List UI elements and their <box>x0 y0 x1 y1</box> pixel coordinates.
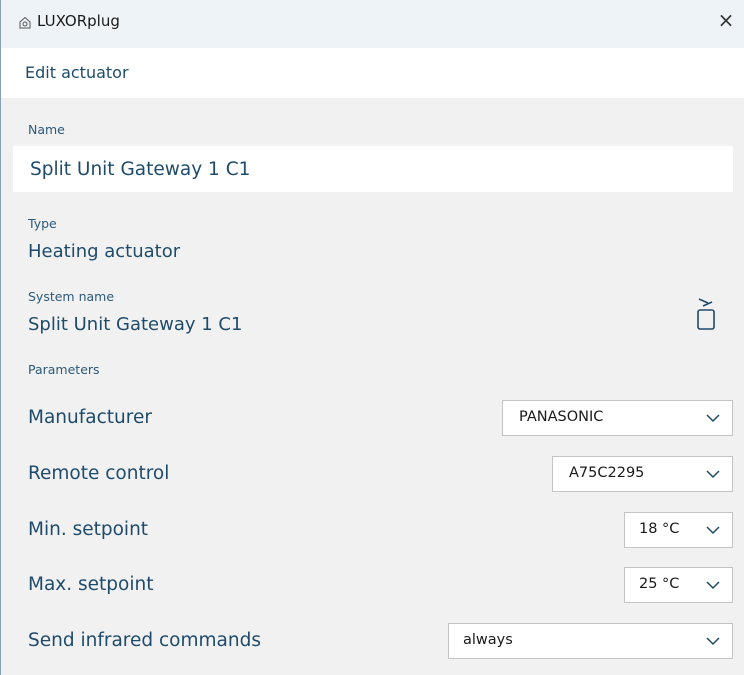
send-ir-commands-select[interactable]: always <box>448 623 733 659</box>
chevron-down-icon <box>706 581 720 590</box>
type-value: Heating actuator <box>28 241 181 262</box>
max-setpoint-label: Max. setpoint <box>28 574 154 595</box>
name-label: Name <box>28 122 65 137</box>
min-setpoint-label: Min. setpoint <box>28 519 149 540</box>
app-logo-icon <box>19 16 31 29</box>
copy-to-name-icon[interactable] <box>694 294 718 332</box>
remote-control-select[interactable]: A75C2295 <box>552 456 733 492</box>
remote-control-label: Remote control <box>28 463 170 484</box>
parameters-label: Parameters <box>28 362 100 377</box>
window-title: LUXORplug <box>37 12 120 30</box>
manufacturer-value: PANASONIC <box>519 409 604 425</box>
edit-actuator-window: LUXORplug × Edit actuator Name Type Heat… <box>0 0 744 675</box>
close-button[interactable]: × <box>714 9 738 33</box>
chevron-down-icon <box>706 414 720 423</box>
manufacturer-label: Manufacturer <box>28 407 152 428</box>
name-input[interactable] <box>13 146 733 192</box>
send-ir-commands-label: Send infrared commands <box>28 630 261 651</box>
remote-control-value: A75C2295 <box>569 465 645 481</box>
manufacturer-select[interactable]: PANASONIC <box>502 400 733 436</box>
send-ir-commands-value: always <box>463 632 513 648</box>
min-setpoint-value: 18 °C <box>639 521 680 537</box>
system-name-label: System name <box>28 289 115 304</box>
dialog-header: Edit actuator <box>1 48 744 98</box>
chevron-down-icon <box>706 470 720 479</box>
chevron-down-icon <box>706 637 720 646</box>
max-setpoint-select[interactable]: 25 °C <box>624 567 733 603</box>
title-bar: LUXORplug × <box>1 0 744 48</box>
min-setpoint-select[interactable]: 18 °C <box>624 512 733 548</box>
system-name-value: Split Unit Gateway 1 C1 <box>28 314 243 335</box>
page-title: Edit actuator <box>25 63 129 82</box>
type-label: Type <box>28 216 57 231</box>
max-setpoint-value: 25 °C <box>639 576 680 592</box>
chevron-down-icon <box>706 526 720 535</box>
